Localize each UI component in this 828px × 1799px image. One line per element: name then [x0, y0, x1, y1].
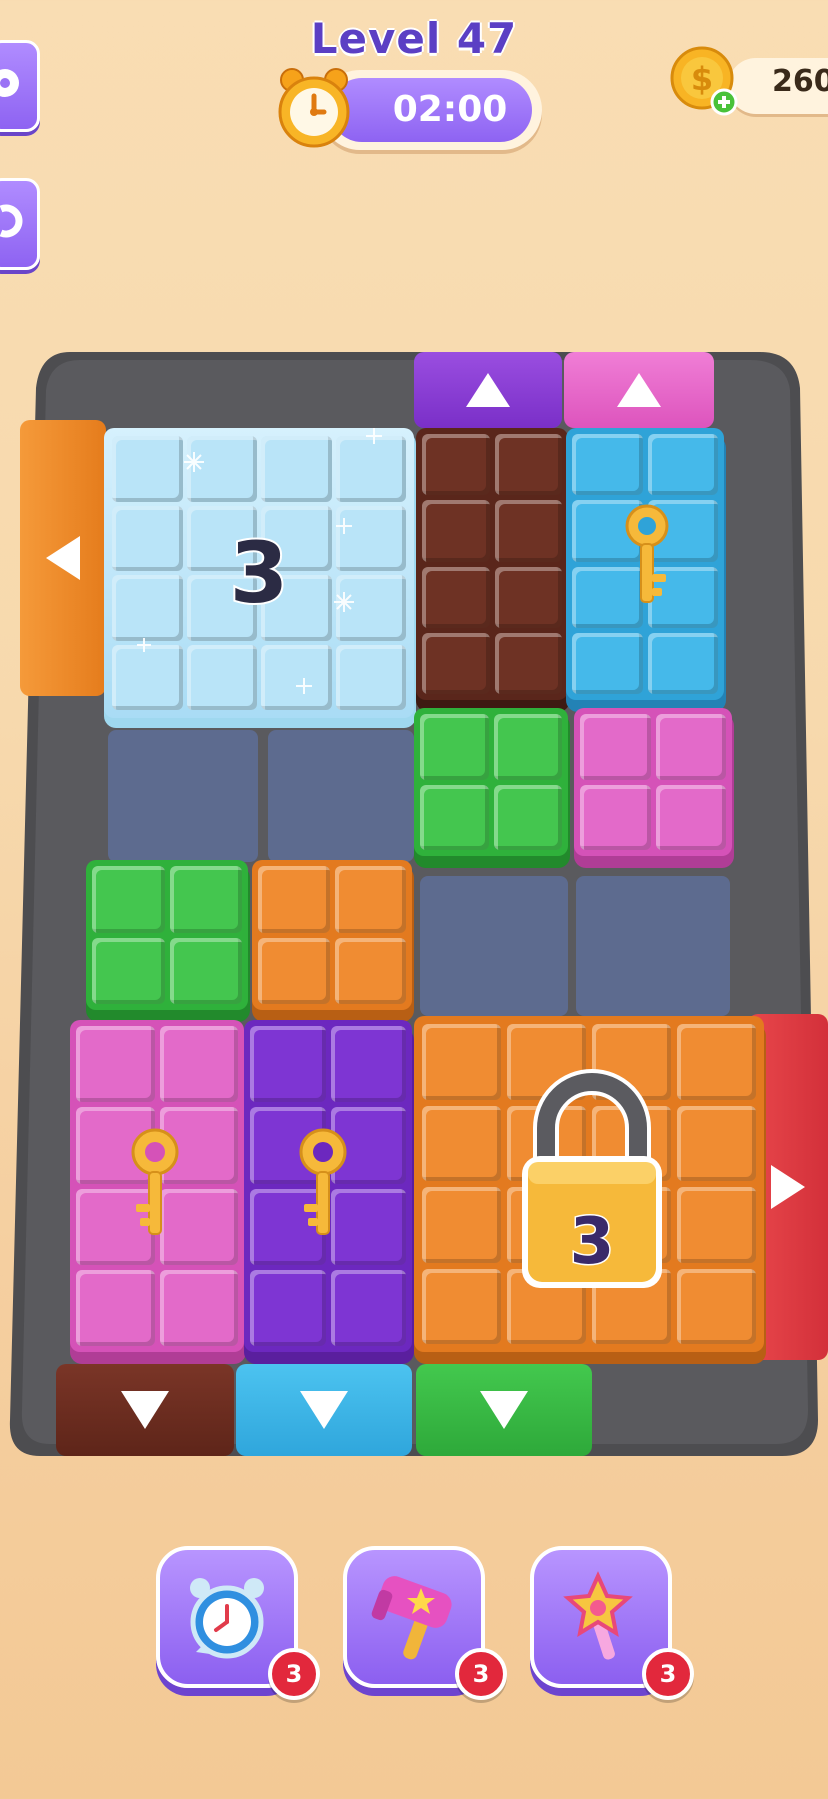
arrow-up-icon: [617, 373, 661, 407]
exit-gate-green: [416, 1364, 592, 1456]
exit-gate-purple: [414, 352, 562, 428]
key-icon: [625, 504, 669, 603]
exit-gate-blue: [236, 1364, 412, 1456]
booster-hammer-button[interactable]: 3: [343, 1546, 507, 1700]
frozen-counter: 3: [228, 522, 290, 624]
empty-cell: [576, 876, 730, 1016]
arrow-left-icon: [46, 536, 80, 580]
arrow-down-icon: [121, 1391, 169, 1429]
brown-block[interactable]: [416, 428, 568, 700]
booster-count-badge: 3: [642, 1648, 694, 1700]
hammer-icon: [371, 1576, 452, 1660]
booster-count-badge: 3: [268, 1648, 320, 1700]
frozen-clock-icon: [190, 1578, 264, 1659]
arrow-right-icon: [771, 1165, 805, 1209]
pink-block-upper[interactable]: [574, 708, 732, 856]
frozen-block[interactable]: 3: [104, 428, 414, 718]
key-icon: [299, 1128, 347, 1235]
empty-cell: [420, 876, 568, 1016]
booster-count-badge: 3: [455, 1648, 507, 1700]
magic-wand-icon: [563, 1571, 633, 1660]
lock-counter: 3: [568, 1204, 616, 1281]
green-block-upper[interactable]: [414, 708, 568, 856]
exit-gate-orange: [20, 420, 106, 696]
exit-gate-brown: [56, 1364, 234, 1456]
pink-key-block[interactable]: [70, 1020, 244, 1352]
exit-gate-pink: [564, 352, 714, 428]
arrow-up-icon: [466, 373, 510, 407]
green-block-lower[interactable]: [86, 860, 248, 1010]
booster-freeze-clock-button[interactable]: 3: [156, 1546, 320, 1700]
orange-locked-block[interactable]: 3: [414, 1016, 764, 1352]
empty-cell: [108, 730, 258, 862]
booster-magic-wand-button[interactable]: 3: [530, 1546, 694, 1700]
game-board: 3 3: [0, 0, 828, 1470]
arrow-down-icon: [300, 1391, 348, 1429]
key-icon: [131, 1128, 179, 1235]
arrow-down-icon: [480, 1391, 528, 1429]
orange-block-small[interactable]: [252, 860, 412, 1010]
empty-cell: [268, 730, 414, 862]
blue-key-block[interactable]: [566, 428, 724, 700]
purple-key-block[interactable]: [244, 1020, 412, 1352]
